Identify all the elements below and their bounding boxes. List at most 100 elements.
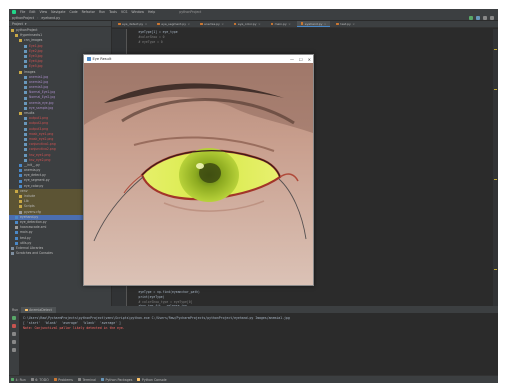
folder-icon xyxy=(19,70,22,74)
window-title: pythonProject xyxy=(179,10,202,14)
warning-marker[interactable] xyxy=(494,89,497,90)
stop-icon[interactable] xyxy=(12,324,16,328)
tab-main-py[interactable]: main.py × xyxy=(267,21,295,27)
python-icon xyxy=(19,184,22,188)
warning-marker[interactable] xyxy=(494,49,497,50)
editor-scrollbar[interactable] xyxy=(493,29,498,306)
image-icon xyxy=(24,75,27,79)
folder-icon xyxy=(15,189,18,193)
tree-item-label: Scratches and Consoles xyxy=(16,251,53,256)
image-icon xyxy=(24,86,27,90)
python-icon xyxy=(19,174,22,178)
tab-label: eye_detect.py xyxy=(122,22,144,26)
tab-eye-color-py[interactable]: eye_color.py × xyxy=(230,21,265,27)
menu-vcs[interactable]: VCS xyxy=(121,10,127,14)
tab-eyehand-py[interactable]: eyehand.py × xyxy=(296,21,331,27)
tool-window-label: 4: Run xyxy=(15,377,26,382)
image-icon xyxy=(24,127,27,131)
image-icon xyxy=(24,96,27,100)
close-tab-icon[interactable]: × xyxy=(324,22,327,26)
tool-window-label: Python Console xyxy=(141,377,167,382)
image-icon xyxy=(24,101,27,105)
chevron-down-icon[interactable]: ▾ xyxy=(25,22,27,26)
python-file-icon xyxy=(200,22,203,26)
folder-icon xyxy=(19,205,22,209)
breadcrumb-project[interactable]: pythonProject xyxy=(12,16,34,20)
close-tab-icon[interactable]: × xyxy=(352,22,355,26)
python-icon xyxy=(15,221,18,225)
warning-marker[interactable] xyxy=(494,269,497,270)
file-icon xyxy=(15,226,18,230)
menu-refactor[interactable]: Refactor xyxy=(82,10,95,14)
image-icon xyxy=(24,132,27,136)
toolbar-icons xyxy=(469,16,494,20)
minimize-icon[interactable]: — xyxy=(290,57,294,62)
tab-eye-detect-py[interactable]: eye_detect.py × xyxy=(114,21,151,27)
menu-tools[interactable]: Tools xyxy=(109,10,117,14)
scroll-to-end-icon[interactable] xyxy=(12,332,16,336)
menu-view[interactable]: View xyxy=(40,10,48,14)
print-icon[interactable] xyxy=(12,340,16,344)
warning-marker[interactable] xyxy=(494,179,497,180)
library-icon xyxy=(11,246,14,250)
menu-window[interactable]: Window xyxy=(131,10,144,14)
image-icon xyxy=(24,91,27,95)
menu-help[interactable]: Help xyxy=(148,10,155,14)
run-icon[interactable] xyxy=(469,16,473,20)
tool-window-terminal[interactable]: Terminal xyxy=(77,378,96,382)
console-output[interactable]: C:\Users\Raw\PycharmProjects\pythonProje… xyxy=(23,316,290,331)
window-app-icon xyxy=(87,57,91,61)
search-icon[interactable] xyxy=(490,16,494,20)
tab-test-py[interactable]: test.py × xyxy=(332,21,358,27)
python-file-icon xyxy=(300,22,304,25)
tool-window-4-run[interactable]: 4: Run xyxy=(11,378,26,382)
debug-icon[interactable] xyxy=(476,16,480,20)
run-config-label: AnemiaDetect xyxy=(29,308,52,312)
python-icon xyxy=(19,179,22,183)
tool-window-problems[interactable]: Problems xyxy=(53,377,73,382)
maximize-icon[interactable]: ☐ xyxy=(299,57,303,62)
rerun-icon[interactable] xyxy=(12,316,16,320)
close-tab-icon[interactable]: × xyxy=(187,22,190,26)
python-file-icon xyxy=(270,22,274,26)
tab-eye-segment-py[interactable]: eye_segment.py × xyxy=(153,21,194,27)
tool-window-6-todo[interactable]: 6: TODO xyxy=(30,378,49,382)
python-icon xyxy=(15,241,18,245)
python-file-icon xyxy=(336,22,339,26)
window-controls: — ☐ ✕ xyxy=(290,55,311,63)
stop-icon[interactable] xyxy=(483,16,487,20)
image-icon xyxy=(24,65,27,69)
trash-icon[interactable] xyxy=(12,348,16,352)
python-icon xyxy=(15,236,18,240)
image-icon xyxy=(24,143,27,147)
menu-edit[interactable]: Edit xyxy=(29,10,35,14)
image-icon xyxy=(24,106,27,110)
close-icon[interactable]: ✕ xyxy=(308,57,311,62)
tool-window-python-console[interactable]: Python Console xyxy=(137,377,167,382)
python-file-icon xyxy=(118,22,121,26)
tool-window-bar: 4: Run 6: TODO Problems Terminal Python Pack… xyxy=(9,375,498,383)
tab-anemia-py[interactable]: anemia.py × xyxy=(196,21,228,27)
image-icon xyxy=(24,122,27,126)
menu-code[interactable]: Code xyxy=(69,10,77,14)
run-toolbar xyxy=(9,313,19,376)
file-icon xyxy=(19,210,22,214)
run-config-tab[interactable]: AnemiaDetect xyxy=(21,307,56,313)
tool-window-python-packages[interactable]: Python Packages xyxy=(100,378,132,382)
close-tab-icon[interactable]: × xyxy=(258,22,261,26)
menu-navigate[interactable]: Navigate xyxy=(51,10,65,14)
breadcrumb-file[interactable]: eyehand.py xyxy=(41,16,60,20)
menu-file[interactable]: File xyxy=(20,10,25,14)
image-icon xyxy=(24,55,27,59)
close-tab-icon[interactable]: × xyxy=(221,22,224,26)
opencv-image-window[interactable]: Eye Result — ☐ ✕ xyxy=(83,54,314,286)
cv-window-titlebar[interactable]: Eye Result — ☐ ✕ xyxy=(84,55,313,63)
tab-label: main.py xyxy=(274,22,287,26)
python-icon xyxy=(19,163,22,167)
code-line[interactable]: # eyeType = 0 xyxy=(131,40,162,45)
tool-window-label: Problems xyxy=(58,377,73,382)
close-tab-icon[interactable]: × xyxy=(288,22,291,26)
project-panel-title[interactable]: Project xyxy=(12,22,23,26)
menu-run[interactable]: Run xyxy=(99,10,105,14)
close-tab-icon[interactable]: × xyxy=(145,22,148,26)
